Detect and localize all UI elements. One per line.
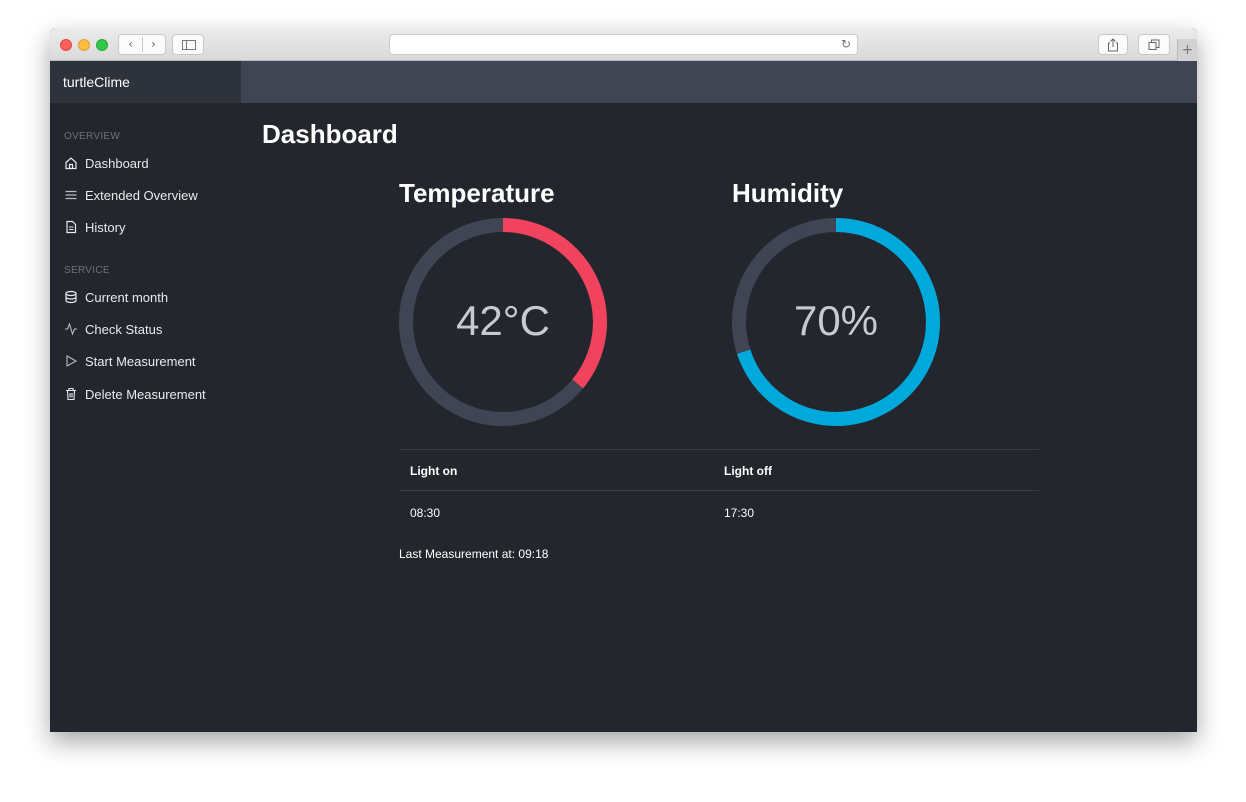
sidebar-item-label: Start Measurement xyxy=(85,353,196,369)
share-icon xyxy=(1108,38,1118,52)
activity-icon xyxy=(64,322,78,336)
table-divider xyxy=(399,449,1039,450)
top-navbar xyxy=(241,61,1197,103)
sidebar-item-dashboard[interactable]: Dashboard xyxy=(64,153,149,173)
database-icon xyxy=(64,290,78,304)
new-tab-button[interactable]: + xyxy=(1177,39,1197,61)
sidebar-item-history[interactable]: History xyxy=(64,217,125,237)
sidebar-item-label: Delete Measurement xyxy=(85,386,206,402)
sidebar-section-overview: OVERVIEW xyxy=(64,131,121,142)
back-button[interactable]: ‹ xyxy=(119,35,142,54)
light-on-value: 08:30 xyxy=(410,506,441,520)
list-icon xyxy=(64,188,78,202)
app-container: turtleClime OVERVIEW Dashboard Extended … xyxy=(50,61,1197,732)
temperature-title: Temperature xyxy=(399,178,555,208)
app-brand[interactable]: turtleClime xyxy=(50,61,241,103)
document-icon xyxy=(64,220,78,234)
trash-icon xyxy=(64,387,78,401)
tabs-icon xyxy=(1148,39,1160,50)
temperature-value: 42°C xyxy=(456,297,550,344)
temperature-gauge: 42°C xyxy=(395,214,611,430)
light-on-header: Light on xyxy=(410,464,458,478)
sidebar-item-current-month[interactable]: Current month xyxy=(64,287,168,307)
humidity-value: 70% xyxy=(793,297,879,344)
play-icon xyxy=(64,354,78,368)
sidebar-item-delete-measurement[interactable]: Delete Measurement xyxy=(64,384,206,404)
history-nav-group: ‹ › xyxy=(118,34,166,55)
close-window-button[interactable] xyxy=(60,39,72,51)
sidebar-item-label: Dashboard xyxy=(85,155,149,171)
share-button[interactable] xyxy=(1098,34,1128,55)
sidebar-item-check-status[interactable]: Check Status xyxy=(64,319,162,339)
forward-button[interactable]: › xyxy=(142,35,165,54)
sidebar-item-label: Extended Overview xyxy=(85,187,198,203)
reload-icon[interactable]: ↻ xyxy=(841,35,851,54)
sidebar-item-label: History xyxy=(85,219,126,235)
humidity-gauge: 70% xyxy=(728,214,944,430)
page-title: Dashboard xyxy=(262,119,398,149)
table-divider xyxy=(399,490,1039,491)
sidebar-toggle-button[interactable] xyxy=(172,34,204,55)
last-measurement-text: Last Measurement at: 09:18 xyxy=(399,547,549,561)
browser-toolbar: ‹ › ↻ + xyxy=(50,28,1197,61)
sidebar-item-start-measurement[interactable]: Start Measurement xyxy=(64,351,196,371)
sidebar-section-service: SERVICE xyxy=(64,265,110,276)
sidebar-item-extended-overview[interactable]: Extended Overview xyxy=(64,185,198,205)
humidity-title: Humidity xyxy=(732,178,844,208)
sidebar-item-label: Current month xyxy=(85,289,169,305)
sidebar-icon xyxy=(182,40,196,50)
light-off-value: 17:30 xyxy=(724,506,755,520)
sidebar: OVERVIEW Dashboard Extended Overview His… xyxy=(50,103,241,732)
show-tabs-button[interactable] xyxy=(1138,34,1170,55)
zoom-window-button[interactable] xyxy=(96,39,108,51)
main-content: Dashboard Temperature 42°C Humidity 70% xyxy=(241,103,1197,732)
address-bar[interactable]: ↻ xyxy=(389,34,858,55)
home-icon xyxy=(64,156,78,170)
browser-window: ‹ › ↻ + turtleClime OVERVIEW Dashboard E… xyxy=(50,28,1197,732)
sidebar-item-label: Check Status xyxy=(85,321,163,337)
light-off-header: Light off xyxy=(724,464,772,478)
minimize-window-button[interactable] xyxy=(78,39,90,51)
